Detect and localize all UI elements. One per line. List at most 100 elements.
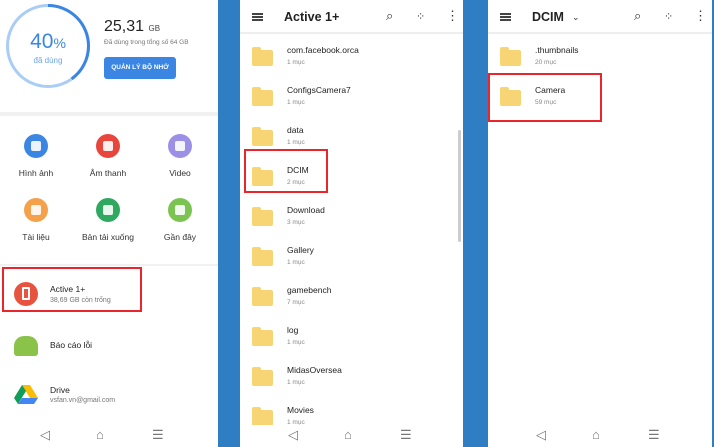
folder-row[interactable]: com.facebook.orca 1 mục bbox=[240, 37, 463, 77]
more-options-icon[interactable]: ⋮ bbox=[446, 8, 459, 24]
nav-bar: ◁ ⌂ ☰ bbox=[0, 425, 218, 447]
folder-icon bbox=[252, 247, 273, 266]
folder-name: MidasOversea bbox=[287, 365, 342, 375]
folder-name: log bbox=[287, 325, 299, 335]
folder-name: .thumbnails bbox=[535, 45, 579, 55]
storage-used-value: 25,31 GB bbox=[104, 18, 161, 35]
storage-used-label: đã dùng bbox=[33, 56, 63, 65]
category-label: Gần đây bbox=[163, 232, 197, 242]
folder-name: Download bbox=[287, 205, 325, 215]
category-1[interactable]: Âm thanh bbox=[72, 134, 144, 178]
folder-row[interactable]: log 1 mục bbox=[240, 317, 463, 357]
folder-name: Gallery bbox=[287, 245, 314, 255]
category-4[interactable]: Bản tải xuống bbox=[72, 198, 144, 242]
hamburger-menu-icon[interactable] bbox=[500, 13, 511, 21]
folder-count: 20 mục bbox=[535, 59, 557, 66]
highlight-box bbox=[488, 73, 602, 122]
folder-count: 1 mục bbox=[287, 59, 305, 66]
menu-button[interactable]: ☰ bbox=[152, 427, 164, 443]
home-button[interactable]: ⌂ bbox=[592, 427, 600, 442]
folder-list-panel: Active 1+ ⌕ ⁘ ⋮ com.facebook.orca 1 mục Co… bbox=[240, 0, 463, 447]
folder-count: 7 mục bbox=[287, 299, 305, 306]
folder-icon bbox=[252, 327, 273, 346]
image-icon bbox=[24, 134, 48, 158]
scrollbar[interactable] bbox=[458, 130, 461, 242]
android-icon bbox=[14, 336, 38, 356]
folder-icon bbox=[252, 87, 273, 106]
google-drive-icon bbox=[14, 385, 38, 404]
folder-count: 1 mục bbox=[287, 259, 305, 266]
back-button[interactable]: ◁ bbox=[288, 427, 298, 443]
category-label: Bản tải xuống bbox=[82, 232, 134, 242]
folder-count: 3 mục bbox=[287, 219, 305, 226]
folder-count: 1 mục bbox=[287, 139, 305, 146]
category-label: Âm thanh bbox=[89, 168, 127, 178]
folder-icon bbox=[252, 127, 273, 146]
top-bar: DCIM ⌄ ⌕ ⁘ ⋮ bbox=[488, 0, 712, 34]
more-options-icon[interactable]: ⋮ bbox=[694, 8, 707, 24]
folder-icon bbox=[252, 407, 273, 426]
back-button[interactable]: ◁ bbox=[40, 427, 50, 443]
folder-icon bbox=[252, 47, 273, 66]
folder-count: 1 mục bbox=[287, 99, 305, 106]
folder-count: 1 mục bbox=[287, 339, 305, 346]
storage-panel: 40% đã dùng 25,31 GB Đã dùng trong tổng … bbox=[0, 0, 218, 447]
folder-icon bbox=[500, 47, 521, 66]
source-subtitle: vsfan.vn@gmail.com bbox=[50, 397, 116, 404]
folder-icon bbox=[252, 287, 273, 306]
search-icon[interactable]: ⌕ bbox=[634, 8, 641, 24]
folder-name: Movies bbox=[287, 405, 314, 415]
category-5[interactable]: Gần đây bbox=[144, 198, 216, 242]
category-label: Hình ảnh bbox=[18, 168, 54, 178]
folder-title: Active 1+ bbox=[284, 10, 340, 24]
download-icon bbox=[96, 198, 120, 222]
headphones-icon bbox=[96, 134, 120, 158]
folder-row[interactable]: .thumbnails 20 mục bbox=[488, 37, 712, 77]
back-button[interactable]: ◁ bbox=[536, 427, 546, 443]
source-drive[interactable]: Drive vsfan.vn@gmail.com bbox=[0, 374, 218, 420]
nav-bar: ◁ ⌂ ☰ bbox=[488, 425, 712, 447]
dcim-panel: DCIM ⌄ ⌕ ⁘ ⋮ .thumbnails 20 mục Camera 59 m… bbox=[488, 0, 712, 447]
video-icon bbox=[168, 134, 192, 158]
storage-percent: 40% bbox=[30, 30, 66, 53]
category-0[interactable]: Hình ảnh bbox=[0, 134, 72, 178]
home-button[interactable]: ⌂ bbox=[96, 427, 104, 442]
folder-icon bbox=[252, 367, 273, 386]
grid-view-icon[interactable]: ⁘ bbox=[664, 10, 673, 23]
menu-button[interactable]: ☰ bbox=[400, 427, 412, 443]
folder-name: gamebench bbox=[287, 285, 332, 295]
folder-name: com.facebook.orca bbox=[287, 45, 359, 55]
folder-row[interactable]: ConfigsCamera7 1 mục bbox=[240, 77, 463, 117]
manage-storage-button[interactable]: QUẢN LÝ BỘ NHỚ bbox=[104, 57, 176, 79]
folder-row[interactable]: MidasOversea 1 mục bbox=[240, 357, 463, 397]
grid-view-icon[interactable]: ⁘ bbox=[416, 10, 425, 23]
search-icon[interactable]: ⌕ bbox=[386, 8, 393, 24]
hamburger-menu-icon[interactable] bbox=[252, 13, 263, 21]
source-title: Drive bbox=[50, 385, 70, 395]
highlight-box bbox=[244, 149, 328, 193]
storage-total-text: Đã dùng trong tổng số 64 GB bbox=[104, 39, 189, 46]
source-title: Báo cáo lỗi bbox=[50, 340, 93, 350]
folder-row[interactable]: Download 3 mục bbox=[240, 197, 463, 237]
folder-row[interactable]: gamebench 7 mục bbox=[240, 277, 463, 317]
category-3[interactable]: Tài liệu bbox=[0, 198, 72, 242]
folder-row[interactable]: Gallery 1 mục bbox=[240, 237, 463, 277]
nav-bar: ◁ ⌂ ☰ bbox=[240, 425, 463, 447]
source-bug-report[interactable]: Báo cáo lỗi bbox=[0, 322, 218, 368]
home-button[interactable]: ⌂ bbox=[344, 427, 352, 442]
clock-icon bbox=[168, 198, 192, 222]
category-label: Tài liệu bbox=[22, 232, 50, 242]
folder-name: ConfigsCamera7 bbox=[287, 85, 351, 95]
folder-name: data bbox=[287, 125, 304, 135]
highlight-box bbox=[2, 267, 142, 312]
category-2[interactable]: Video bbox=[144, 134, 216, 178]
category-label: Video bbox=[169, 168, 191, 178]
folder-count: 1 mục bbox=[287, 379, 305, 386]
chevron-down-icon[interactable]: ⌄ bbox=[572, 12, 580, 23]
document-icon bbox=[24, 198, 48, 222]
divider bbox=[0, 264, 218, 266]
folder-title: DCIM bbox=[532, 10, 564, 24]
folder-icon bbox=[252, 207, 273, 226]
menu-button[interactable]: ☰ bbox=[648, 427, 660, 443]
top-bar: Active 1+ ⌕ ⁘ ⋮ bbox=[240, 0, 463, 34]
